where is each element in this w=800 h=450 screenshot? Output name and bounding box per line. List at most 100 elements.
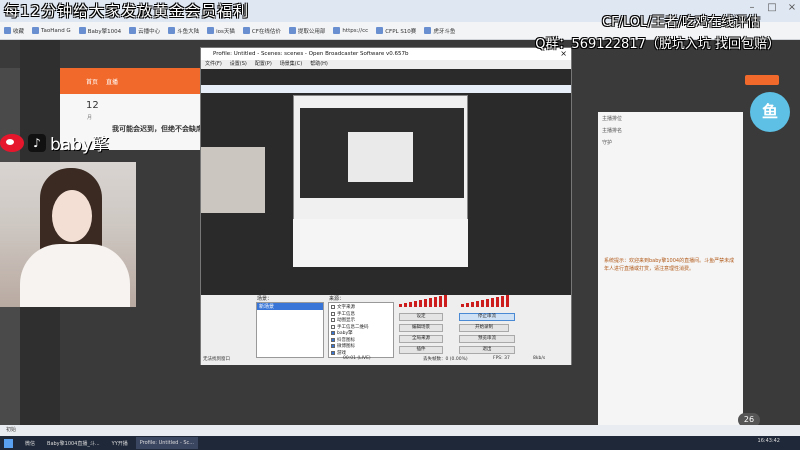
scene-item-selected[interactable]: 新场景 bbox=[257, 303, 323, 310]
menu-scene-collection[interactable]: 场景集(C) bbox=[280, 60, 302, 69]
preview-bookmarks bbox=[201, 85, 571, 93]
rail-item[interactable] bbox=[0, 68, 20, 92]
source-checkbox[interactable] bbox=[331, 324, 335, 329]
windows-icon bbox=[4, 438, 13, 448]
taskbar: 微信 Baby擎1004直播_斗... YY开播 Profile: Untitl… bbox=[0, 436, 800, 450]
bookmark-item[interactable]: 虎牙斗鱼 bbox=[424, 27, 455, 35]
panel-row[interactable]: 守护 bbox=[598, 136, 743, 148]
taskbar-item-active[interactable]: Profile: Untitled - Sc... bbox=[135, 437, 199, 449]
mic-volume-meter[interactable] bbox=[399, 295, 459, 307]
settings-button[interactable]: 设定 bbox=[399, 313, 443, 321]
bookmark-item[interactable]: CF在线估价 bbox=[242, 27, 281, 35]
start-record-button[interactable]: 开始录制 bbox=[459, 324, 509, 332]
weibo-icon bbox=[0, 133, 24, 152]
douyu-logo-icon: 鱼 bbox=[750, 92, 790, 132]
bookmark-item[interactable]: TaoHand G bbox=[32, 27, 71, 34]
source-checkbox[interactable] bbox=[331, 318, 335, 323]
vol-bar bbox=[506, 295, 509, 307]
scenes-label: 场景： bbox=[257, 296, 273, 302]
bookmark-item[interactable]: 云播中心 bbox=[129, 27, 160, 35]
bookmark-icon bbox=[129, 27, 137, 34]
follow-button[interactable] bbox=[745, 75, 779, 85]
bookmark-icon bbox=[288, 27, 296, 34]
webcam-face bbox=[52, 190, 92, 242]
menu-file[interactable]: 文件(F) bbox=[205, 60, 222, 69]
obs-window: Profile: Untitled - Scenes: scenes - Ope… bbox=[200, 47, 572, 365]
desktop-volume-meter[interactable] bbox=[461, 295, 521, 307]
star-icon bbox=[4, 27, 11, 34]
source-checkbox[interactable] bbox=[331, 311, 335, 316]
bookmark-item[interactable]: 斗鱼大陆 bbox=[168, 27, 199, 35]
bookmark-item[interactable]: 收藏 bbox=[4, 27, 24, 35]
sources-list[interactable]: 文字来源 手工信息 动图显示 手工信息二维码 baby擎 抖音图标 微博图标 游… bbox=[328, 302, 394, 358]
bookmark-item[interactable]: https://cc bbox=[333, 27, 368, 34]
start-button[interactable] bbox=[0, 437, 17, 449]
taskbar-item[interactable]: 微信 bbox=[21, 437, 39, 449]
panel-row[interactable]: 主播排位 bbox=[598, 112, 743, 124]
taskbar-clock: 16:43:42 bbox=[757, 438, 780, 444]
tiktok-icon: ♪ bbox=[28, 133, 46, 152]
social-badges: ♪ baby擎 bbox=[0, 130, 109, 155]
level-number: 12 bbox=[86, 100, 99, 111]
bookmark-icon bbox=[376, 27, 384, 34]
maximize-icon[interactable]: □ bbox=[766, 2, 778, 13]
source-checkbox[interactable] bbox=[331, 331, 335, 336]
bookmark-icon bbox=[242, 27, 250, 34]
vol-bar bbox=[481, 300, 484, 307]
nav-home[interactable]: 首页 bbox=[86, 77, 98, 86]
status-dropped: 丢失帧数：0 (0.00%) bbox=[423, 357, 468, 362]
close-icon[interactable]: × bbox=[786, 2, 798, 13]
rail-item[interactable] bbox=[0, 92, 20, 116]
global-sources-button[interactable]: 全局来源 bbox=[399, 335, 443, 343]
taskbar-item[interactable]: YY开播 bbox=[108, 437, 132, 449]
status-strip: 初始 bbox=[0, 425, 800, 436]
nav-live[interactable]: 直播 bbox=[106, 77, 118, 86]
bookmark-item[interactable]: CFPL S10赛 bbox=[376, 27, 416, 35]
bookmark-icon bbox=[333, 27, 341, 34]
plugins-button[interactable]: 插件 bbox=[399, 346, 443, 354]
bookmark-item[interactable]: ios天猫 bbox=[207, 27, 235, 35]
vol-bar bbox=[501, 296, 504, 307]
source-checkbox[interactable] bbox=[331, 337, 335, 342]
edit-scene-button[interactable]: 编辑场景 bbox=[399, 324, 443, 332]
vol-bar bbox=[491, 298, 494, 307]
vol-bar bbox=[429, 298, 432, 307]
bookmark-item[interactable]: 提取公用部 bbox=[288, 27, 325, 35]
source-checkbox[interactable] bbox=[331, 305, 335, 310]
status-time: 00:01 (LIVE) bbox=[343, 356, 371, 361]
bookmark-icon bbox=[168, 27, 176, 34]
streamer-name: baby擎 bbox=[50, 135, 110, 155]
preview-stream-button[interactable]: 预览串流 bbox=[459, 335, 515, 343]
obs-controls: 场景： 新场景 来源： 文字来源 手工信息 动图显示 手工信息二维码 baby擎… bbox=[201, 295, 571, 365]
vol-bar bbox=[471, 302, 474, 307]
source-checkbox[interactable] bbox=[331, 344, 335, 349]
level-unit: 月 bbox=[87, 115, 93, 121]
menu-help[interactable]: 帮助(H) bbox=[310, 60, 328, 69]
menu-settings[interactable]: 设置(S) bbox=[230, 60, 247, 69]
menu-profile[interactable]: 配置(P) bbox=[255, 60, 272, 69]
source-checkbox[interactable] bbox=[331, 350, 335, 355]
status-message: 无法找到窗口 bbox=[203, 357, 230, 362]
scenes-list[interactable]: 新场景 bbox=[256, 302, 324, 358]
bookmark-icon bbox=[207, 27, 215, 34]
vol-bar bbox=[466, 303, 469, 307]
bookmark-item[interactable]: Baby擎1004 bbox=[78, 27, 121, 35]
webcam-body bbox=[20, 244, 130, 307]
vol-bar bbox=[444, 295, 447, 307]
streamer-tagline: 我可能会迟到，但绝不会缺席 bbox=[112, 125, 203, 133]
panel-row[interactable]: 主播排名 bbox=[598, 124, 743, 136]
bookmark-icon bbox=[32, 27, 40, 34]
overlay-title: 每12分钟给大家发放黄金会员福利 bbox=[4, 2, 250, 20]
vol-bar bbox=[409, 302, 412, 307]
vol-bar bbox=[424, 299, 427, 307]
nested-obs-window-2 bbox=[348, 132, 413, 182]
taskbar-item[interactable]: Baby擎1004直播_斗... bbox=[43, 437, 104, 449]
obs-preview bbox=[201, 69, 571, 315]
obs-menubar: 文件(F) 设置(S) 配置(P) 场景集(C) 帮助(H) bbox=[201, 60, 571, 69]
nested-preview bbox=[300, 108, 464, 198]
bookmark-icon bbox=[78, 27, 86, 34]
stop-stream-button[interactable]: 停止串流 bbox=[459, 313, 515, 321]
sources-label: 来源： bbox=[329, 296, 345, 302]
exit-button[interactable]: 退出 bbox=[459, 346, 515, 354]
obs-titlebar: Profile: Untitled - Scenes: scenes - Ope… bbox=[201, 48, 571, 60]
